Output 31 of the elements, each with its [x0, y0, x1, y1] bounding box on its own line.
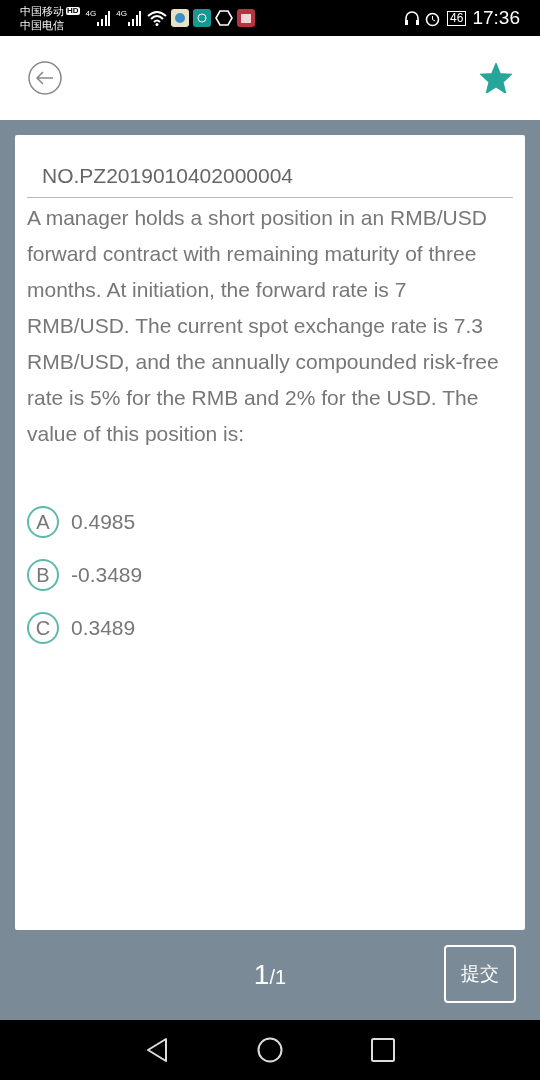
app-icon — [170, 9, 189, 27]
page-current: 1 — [253, 958, 270, 992]
wifi-icon — [146, 10, 167, 26]
option-text[interactable]: 0.4985 — [71, 506, 136, 538]
carrier-name: 中国移动 — [20, 4, 64, 18]
submit-button[interactable]: 提交 — [444, 945, 516, 1003]
option-letter[interactable]: C — [27, 612, 59, 644]
recents-nav-icon[interactable] — [371, 1038, 395, 1062]
app-icon — [192, 9, 211, 27]
option-text[interactable]: -0.3489 — [71, 559, 143, 591]
question-text: A manager holds a short position in an RMB/USD forward contract with remaining maturity of three months. At initiation, the forward rate is 7 RMB/USD. The current spot exchange rate is 7.3 RMB/USD, and the annually compounded risk-free rate is 5% for the RMB and 2% for the USD. The value of this position is: — [27, 205, 500, 447]
page-total: /1 — [269, 966, 287, 990]
book-icon — [236, 9, 255, 27]
option-letter[interactable]: B — [27, 559, 59, 591]
network-type: 4G — [85, 10, 97, 18]
carrier-name: 中国电信 — [20, 18, 64, 32]
hexagon-icon — [214, 9, 233, 27]
question-number: NO.PZ2019010402000004 — [27, 161, 513, 198]
clock-time: 17:36 — [472, 5, 520, 30]
hd-badge: HD — [66, 7, 80, 15]
back-nav-icon[interactable] — [145, 1037, 169, 1063]
option-letter[interactable]: A — [27, 506, 59, 538]
back-icon[interactable] — [28, 61, 62, 95]
battery-level: 46 — [450, 12, 464, 24]
signal-icon — [96, 10, 111, 26]
headphones-icon — [404, 10, 421, 26]
signal-icon — [126, 10, 141, 26]
star-icon[interactable] — [480, 63, 512, 93]
home-nav-icon[interactable] — [257, 1037, 283, 1063]
option-text[interactable]: 0.3489 — [71, 612, 136, 644]
network-type: 4G — [116, 10, 127, 18]
